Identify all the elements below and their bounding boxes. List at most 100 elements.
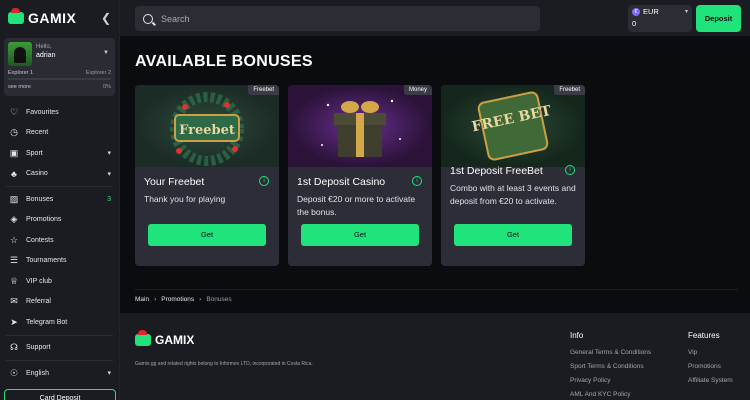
language-selector[interactable]: ☉ English ▾ — [0, 363, 119, 384]
sidebar-item-telegram-bot[interactable]: ➤ Telegram Bot — [0, 312, 119, 333]
headset-icon: ☊ — [10, 342, 18, 353]
bonus-card: Freebet Freebet Your Freebet i Thank you… — [135, 85, 279, 266]
footer-brand-name: GAMIX — [155, 333, 195, 347]
collapse-sidebar-icon[interactable]: ❮ — [101, 11, 111, 25]
footer: GAMIX Gamix.gg and related rights belong… — [120, 313, 750, 400]
footer-link-general-terms[interactable]: General Terms & Conditions — [570, 349, 651, 356]
brand-logo[interactable]: GAMIX — [8, 8, 77, 26]
sidebar-item-favourites[interactable]: ♡ Favourites — [0, 102, 119, 123]
bonus-title: 1st Deposit FreeBet — [450, 165, 543, 177]
megaphone-icon: ✉ — [10, 296, 18, 307]
balance-value: 0 — [632, 19, 637, 28]
chevron-down-icon: ▾ — [107, 150, 111, 158]
freebet-wreath-image: Freebet Freebet — [135, 85, 279, 167]
footer-features-column: Features Vip Promotions Affiliate System — [688, 331, 733, 391]
avatar — [8, 42, 32, 66]
sidebar-item-label: Bonuses — [26, 195, 54, 203]
level-progress-bar — [8, 78, 111, 80]
sidebar-item-label: Tournaments — [26, 257, 67, 265]
bonus-description: Thank you for playing — [144, 194, 226, 204]
sidebar-item-label: Promotions — [26, 216, 62, 224]
sidebar-header: GAMIX ❮ — [0, 0, 119, 36]
bonus-card: FREE BET Freebet 1st Deposit FreeBet i C… — [441, 85, 585, 266]
gift-icon: ▨ — [9, 193, 19, 204]
euro-coin-icon: € — [632, 7, 640, 16]
chevron-right-icon: › — [154, 296, 157, 303]
deposit-button[interactable]: Deposit — [696, 5, 741, 32]
chevron-right-icon: › — [199, 296, 202, 303]
search-input[interactable] — [161, 13, 521, 24]
cherries-icon: ♣ — [11, 168, 17, 179]
breadcrumb-promotions-link[interactable]: Promotions — [161, 296, 194, 303]
sidebar-item-support[interactable]: ☊ Support — [0, 338, 119, 359]
sidebar-item-label: English — [26, 369, 49, 377]
currency-code: EUR — [643, 7, 659, 16]
sidebar-item-label: Contests — [26, 236, 54, 244]
see-more-link[interactable]: see more — [8, 84, 31, 90]
gamepad-logo-icon — [8, 8, 24, 24]
sidebar-item-casino[interactable]: ♣ Casino ▾ — [0, 164, 119, 185]
network-icon: ☰ — [9, 255, 19, 266]
bonus-type-badge: Freebet — [554, 85, 585, 95]
page-title: AVAILABLE BONUSES — [135, 53, 313, 70]
sidebar-item-vip-club[interactable]: ♕ VIP club — [0, 271, 119, 292]
bonus-title: Your Freebet — [144, 176, 205, 188]
sidebar-item-label: Support — [26, 344, 51, 352]
card-deposit-button[interactable]: Card Deposit — [4, 389, 116, 400]
progress-percent: 0% — [103, 84, 111, 90]
footer-features-heading: Features — [688, 331, 720, 340]
sidebar-item-sport[interactable]: ▣ Sport ▾ — [0, 143, 119, 164]
level-current: Explorer 1 — [8, 70, 34, 76]
main-content: AVAILABLE BONUSES Freebet Freebet Your F… — [120, 36, 750, 400]
footer-legal-text: Gamix.gg and related rights belong to In… — [135, 361, 313, 367]
sidebar-item-label: Casino — [26, 170, 48, 178]
footer-link-aml-kyc[interactable]: AML And KYC Policy — [570, 391, 651, 398]
footer-link-vip[interactable]: Vip — [688, 349, 733, 356]
info-icon[interactable]: i — [565, 165, 575, 175]
footer-link-privacy-policy[interactable]: Privacy Policy — [570, 377, 651, 384]
user-card[interactable]: Hello, adrian ▼ Explorer 1 Explorer 2 se… — [4, 38, 115, 96]
divider — [6, 334, 113, 336]
info-icon[interactable]: i — [259, 176, 269, 186]
brand-name: GAMIX — [28, 10, 77, 26]
gamepad-icon: ▣ — [9, 147, 19, 158]
breadcrumb-current: Bonuses — [206, 296, 232, 303]
balance-selector[interactable]: € EUR ▾ 0 — [628, 5, 692, 32]
sidebar-item-referral[interactable]: ✉ Referral — [0, 292, 119, 313]
get-bonus-button[interactable]: Get — [454, 224, 572, 246]
telegram-icon: ➤ — [10, 316, 18, 327]
bonus-description: Combo with at least 3 events and deposit… — [450, 183, 576, 206]
globe-icon: ☉ — [9, 367, 19, 378]
bonus-title: 1st Deposit Casino — [297, 176, 386, 188]
sidebar: GAMIX ❮ Hello, adrian ▼ Explorer 1 Explo… — [0, 0, 120, 400]
heart-icon: ♡ — [9, 106, 19, 117]
chevron-down-icon[interactable]: ▼ — [103, 50, 109, 56]
info-icon[interactable]: i — [412, 176, 422, 186]
gift-box-image: Money — [288, 85, 432, 167]
level-next: Explorer 2 — [85, 70, 111, 76]
get-bonus-button[interactable]: Get — [148, 224, 266, 246]
footer-link-affiliate[interactable]: Affiliate System — [688, 377, 733, 384]
chevron-down-icon: ▾ — [107, 370, 111, 378]
get-bonus-button[interactable]: Get — [301, 224, 419, 246]
breadcrumb: Main › Promotions › Bonuses — [135, 289, 738, 303]
footer-info-column: Info General Terms & Conditions Sport Te… — [570, 331, 651, 400]
sidebar-item-tournaments[interactable]: ☰ Tournaments — [0, 251, 119, 272]
chevron-down-icon: ▾ — [107, 170, 111, 178]
sidebar-item-contests[interactable]: ☆ Contests — [0, 230, 119, 251]
sidebar-item-label: Recent — [26, 129, 49, 137]
gamepad-logo-icon — [135, 330, 151, 346]
sidebar-item-recent[interactable]: ◷ Recent — [0, 123, 119, 144]
sidebar-item-bonuses[interactable]: ▨ Bonuses 3 — [0, 189, 119, 210]
footer-logo[interactable]: GAMIX — [135, 330, 195, 347]
footer-info-heading: Info — [570, 331, 584, 340]
footer-link-sport-terms[interactable]: Sport Terms & Conditions — [570, 363, 651, 370]
sidebar-item-promotions[interactable]: ◈ Promotions — [0, 210, 119, 231]
trophy-icon: ☆ — [9, 234, 19, 245]
greeting: Hello, — [36, 44, 52, 50]
username: adrian — [36, 52, 56, 59]
breadcrumb-main-link[interactable]: Main — [135, 296, 149, 303]
footer-link-promotions[interactable]: Promotions — [688, 363, 733, 370]
sidebar-item-label: Favourites — [26, 108, 59, 116]
search-box[interactable] — [135, 6, 540, 31]
